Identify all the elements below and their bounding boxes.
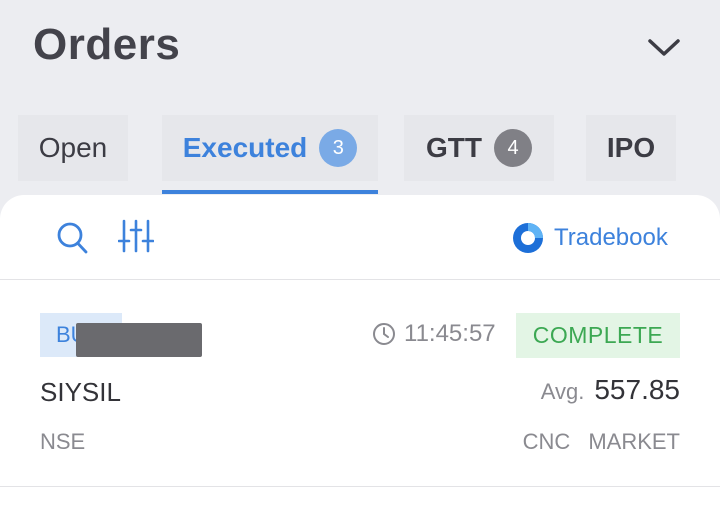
- tab-label: IPO: [606, 132, 656, 163]
- avg-label: Avg.: [540, 379, 585, 404]
- product-type: CNC: [522, 429, 571, 454]
- toolbar: Tradebook: [0, 195, 720, 280]
- order-time: 11:45:57: [372, 320, 496, 348]
- clock-icon: [373, 323, 395, 345]
- order-row[interactable]: BUY 11:45:57 COMPLETE SIYSIL Avg. 557.85…: [0, 280, 720, 487]
- tradebook-icon: [513, 223, 543, 253]
- status-badge: COMPLETE: [516, 313, 680, 358]
- count-badge: 4: [494, 129, 532, 167]
- active-tab-indicator: [162, 190, 378, 194]
- page-title: Orders: [33, 20, 181, 69]
- avg-value: 557.85: [594, 374, 680, 405]
- tab-open[interactable]: Open: [18, 115, 128, 181]
- tab-label: Open: [38, 132, 108, 163]
- count-badge: 3: [319, 129, 358, 167]
- redaction-overlay: [76, 323, 202, 357]
- instrument-symbol: SIYSIL: [40, 377, 121, 407]
- chevron-down-icon[interactable]: [646, 32, 682, 62]
- tab-label: Executed: [182, 132, 308, 163]
- exchange-label: NSE: [40, 429, 86, 454]
- orders-panel: Tradebook BUY 11:45:57 COMPLETE SIYSIL A…: [0, 195, 720, 505]
- average-price: Avg. 557.85: [541, 374, 680, 406]
- order-tabs: Open Executed 3 GTT 4 IPO: [0, 115, 720, 195]
- order-type: MARKET: [588, 429, 680, 454]
- tab-label: GTT: [426, 132, 482, 163]
- tradebook-link[interactable]: Tradebook: [512, 221, 668, 255]
- tab-gtt[interactable]: GTT 4: [404, 115, 554, 181]
- sliders-icon[interactable]: [118, 219, 154, 253]
- header: Orders: [0, 0, 720, 110]
- product-info: CNC MARKET: [523, 429, 680, 455]
- tab-executed[interactable]: Executed 3: [162, 115, 378, 181]
- search-icon[interactable]: [56, 221, 88, 255]
- time-value: 11:45:57: [404, 320, 496, 347]
- tab-ipo[interactable]: IPO: [586, 115, 676, 181]
- tradebook-label: Tradebook: [554, 224, 668, 251]
